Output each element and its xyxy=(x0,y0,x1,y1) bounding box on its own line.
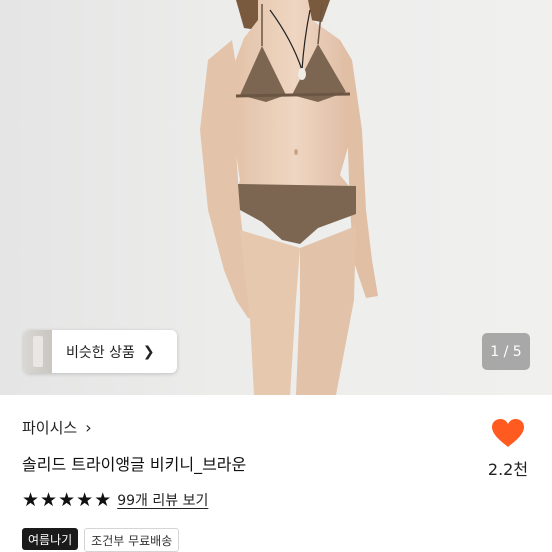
rating-stars: ★ ★ ★ ★ ★ xyxy=(22,490,111,510)
star-icon: ★ xyxy=(40,489,58,511)
like-count: 2.2천 xyxy=(487,460,529,479)
product-tags: 여름나기 조건부 무료배송 xyxy=(22,528,180,552)
tag-badge: 여름나기 xyxy=(22,528,79,550)
star-icon: ★ xyxy=(22,489,40,511)
similar-products-button[interactable]: 비슷한 상품 ❯ xyxy=(24,330,177,373)
seller-name: 파이시스 xyxy=(22,419,78,437)
shipping-badge: 조건부 무료배송 xyxy=(84,528,180,552)
heart-icon xyxy=(492,419,524,447)
star-icon: ★ xyxy=(76,489,94,511)
similar-product-thumbnail xyxy=(24,330,52,373)
similar-products-label: 비슷한 상품 xyxy=(66,344,135,361)
product-title: 솔리드 트라이앵글 비키니_브라운 xyxy=(22,455,247,474)
seller-link[interactable]: 파이시스 › xyxy=(22,417,92,438)
like-button[interactable]: 2.2천 xyxy=(484,418,532,480)
product-image[interactable]: 비슷한 상품 ❯ 1 / 5 xyxy=(0,0,552,395)
chevron-right-icon: › xyxy=(85,418,92,437)
star-icon: ★ xyxy=(58,489,76,511)
review-link[interactable]: 99개 리뷰 보기 xyxy=(117,490,208,510)
chevron-right-icon: ❯ xyxy=(142,343,155,360)
rating-row[interactable]: ★ ★ ★ ★ ★ 99개 리뷰 보기 xyxy=(22,490,208,510)
star-icon: ★ xyxy=(94,489,112,511)
image-page-indicator: 1 / 5 xyxy=(482,333,530,370)
